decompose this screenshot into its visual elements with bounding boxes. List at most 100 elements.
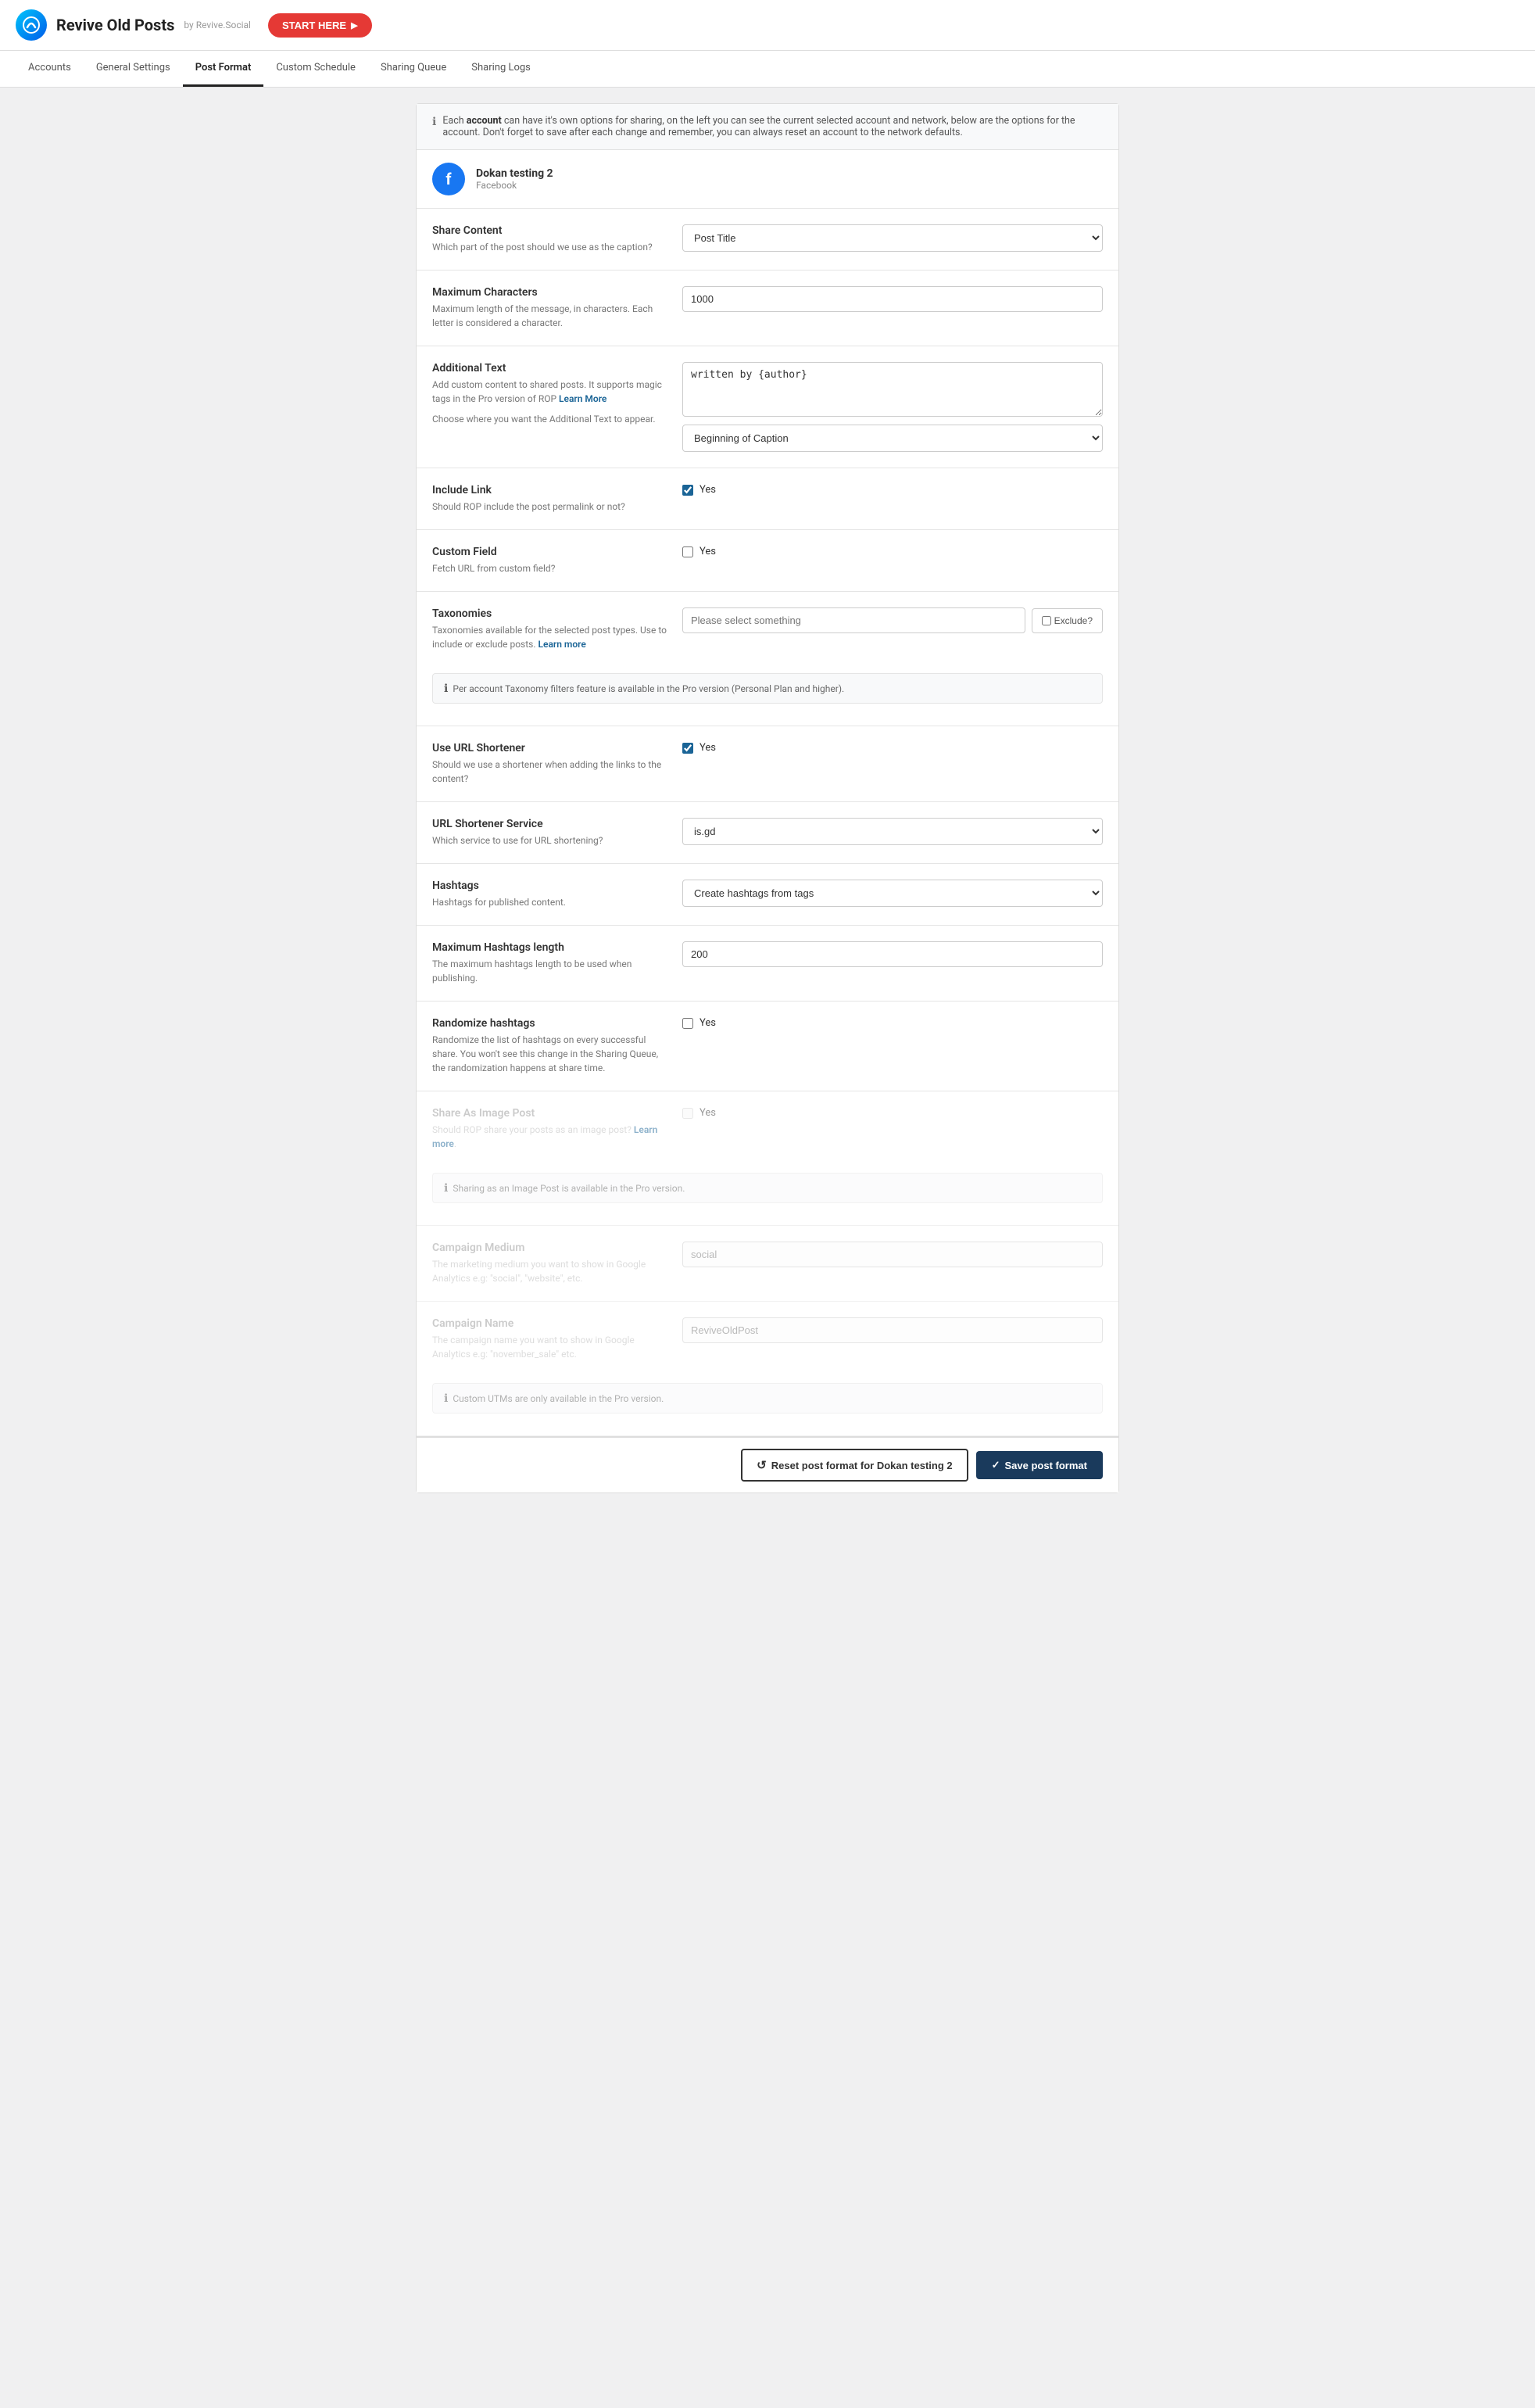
include-link-checkbox-row: Yes [682,484,1103,496]
save-button[interactable]: Save post format [976,1451,1103,1479]
url-shortener-checkbox[interactable] [682,743,693,754]
taxonomies-pro-notice: ℹ Per account Taxonomy filters feature i… [432,673,1103,704]
reset-button[interactable]: Reset post format for Dokan testing 2 [741,1449,968,1482]
exclude-checkbox[interactable] [1042,616,1051,625]
max-characters-control [682,286,1103,330]
section-share-as-image: Share As Image Post Should ROP share you… [417,1091,1118,1226]
info-banner: ℹ Each account can have it's own options… [417,104,1118,150]
taxonomies-title: Taxonomies [432,607,667,620]
additional-text-title: Additional Text [432,362,667,374]
url-shortener-label: Yes [700,742,716,754]
main-content: ℹ Each account can have it's own options… [416,103,1119,1493]
share-as-image-pro-notice: ℹ Sharing as an Image Post is available … [432,1173,1103,1203]
max-hashtags-input[interactable] [682,941,1103,967]
url-shortener-service-desc: Which service to use for URL shortening? [432,833,667,847]
section-label-share-as-image: Share As Image Post Should ROP share you… [432,1107,667,1151]
utm-pro-text: Custom UTMs are only available in the Pr… [453,1393,664,1404]
exclude-button[interactable]: Exclude? [1032,608,1103,633]
section-additional-text: Additional Text Add custom content to sh… [417,346,1118,468]
additional-text-position-select[interactable]: Beginning of Caption End of Caption [682,425,1103,452]
campaign-name-title: Campaign Name [432,1317,667,1330]
section-label-additional-text: Additional Text Add custom content to sh… [432,362,667,452]
section-label-url-shortener-service: URL Shortener Service Which service to u… [432,818,667,847]
footer-bar: Reset post format for Dokan testing 2 Sa… [417,1436,1118,1492]
info-icon-taxonomies: ℹ [444,683,448,695]
tab-general-settings[interactable]: General Settings [84,51,183,87]
url-shortener-service-control: is.gd bit.ly ow.ly [682,818,1103,847]
tab-post-format[interactable]: Post Format [183,51,264,87]
max-hashtags-title: Maximum Hashtags length [432,941,667,954]
taxonomy-input[interactable] [682,607,1025,633]
campaign-medium-input[interactable] [682,1242,1103,1267]
info-icon: ℹ [432,116,436,128]
section-label-randomize-hashtags: Randomize hashtags Randomize the list of… [432,1017,667,1075]
share-as-image-desc: Should ROP share your posts as an image … [432,1123,667,1151]
share-content-select[interactable]: Post Title Post Content Post Excerpt [682,224,1103,252]
custom-field-checkbox[interactable] [682,546,693,557]
reset-label: Reset post format for Dokan testing 2 [771,1460,953,1471]
nav-tabs: Accounts General Settings Post Format Cu… [0,51,1535,88]
share-content-control: Post Title Post Content Post Excerpt [682,224,1103,254]
exclude-label: Exclude? [1054,615,1093,626]
hashtags-title: Hashtags [432,880,667,892]
app-subtitle: by Revive.Social [184,20,251,30]
additional-text-textarea[interactable]: written by {author} [682,362,1103,417]
section-max-characters: Maximum Characters Maximum length of the… [417,271,1118,346]
custom-field-checkbox-row: Yes [682,546,1103,557]
url-shortener-title: Use URL Shortener [432,742,667,754]
share-as-image-row: Share As Image Post Should ROP share you… [432,1107,1103,1151]
share-as-image-checkbox-row: Yes [682,1107,1103,1119]
campaign-name-desc: The campaign name you want to show in Go… [432,1333,667,1361]
section-label-include-link: Include Link Should ROP include the post… [432,484,667,514]
learn-more-link-additional[interactable]: Learn More [559,393,606,404]
campaign-name-input[interactable] [682,1317,1103,1343]
include-link-checkbox[interactable] [682,485,693,496]
share-as-image-control: Yes [682,1107,1103,1151]
section-label-campaign-medium: Campaign Medium The marketing medium you… [432,1242,667,1285]
taxonomies-pro-text: Per account Taxonomy filters feature is … [453,683,844,694]
account-network: Facebook [476,180,553,191]
custom-field-label: Yes [700,546,716,557]
section-taxonomies: Taxonomies Taxonomies available for the … [417,592,1118,726]
additional-text-control: written by {author} Beginning of Caption… [682,362,1103,452]
taxonomies-row: Taxonomies Taxonomies available for the … [432,607,1103,651]
share-as-image-title: Share As Image Post [432,1107,667,1120]
max-characters-desc: Maximum length of the message, in charac… [432,302,667,330]
campaign-medium-control [682,1242,1103,1285]
section-label-share-content: Share Content Which part of the post sho… [432,224,667,254]
learn-more-link-image[interactable]: Learn more [432,1124,657,1149]
url-shortener-service-select[interactable]: is.gd bit.ly ow.ly [682,818,1103,845]
section-max-hashtags: Maximum Hashtags length The maximum hash… [417,926,1118,1002]
hashtags-desc: Hashtags for published content. [432,895,667,909]
randomize-hashtags-checkbox[interactable] [682,1018,693,1029]
section-campaign-name: Campaign Name The campaign name you want… [417,1302,1118,1436]
randomize-hashtags-desc: Randomize the list of hashtags on every … [432,1033,667,1075]
max-characters-input[interactable] [682,286,1103,312]
reset-account: Dokan testing 2 [877,1460,953,1471]
custom-field-control: Yes [682,546,1103,575]
share-as-image-checkbox[interactable] [682,1108,693,1119]
account-info: Dokan testing 2 Facebook [476,167,553,191]
include-link-desc: Should ROP include the post permalink or… [432,500,667,514]
taxonomy-row: Exclude? [682,607,1103,633]
max-hashtags-control [682,941,1103,985]
hashtags-select[interactable]: Create hashtags from tags No hashtags Co… [682,880,1103,907]
avatar: f [432,163,465,195]
custom-field-desc: Fetch URL from custom field? [432,561,667,575]
include-link-title: Include Link [432,484,667,496]
save-label: Save post format [1005,1460,1087,1471]
app-logo [16,9,47,41]
max-characters-title: Maximum Characters [432,286,667,299]
start-here-button[interactable]: START HERE [268,13,372,38]
url-shortener-checkbox-row: Yes [682,742,1103,754]
share-content-desc: Which part of the post should we use as … [432,240,667,254]
tab-sharing-logs[interactable]: Sharing Logs [459,51,543,87]
learn-more-link-taxonomies[interactable]: Learn more [539,639,586,650]
section-url-shortener: Use URL Shortener Should we use a shorte… [417,726,1118,802]
tab-accounts[interactable]: Accounts [16,51,84,87]
campaign-medium-desc: The marketing medium you want to show in… [432,1257,667,1285]
tab-custom-schedule[interactable]: Custom Schedule [263,51,368,87]
account-row: f Dokan testing 2 Facebook [417,150,1118,209]
tab-sharing-queue[interactable]: Sharing Queue [368,51,459,87]
section-label-max-hashtags: Maximum Hashtags length The maximum hash… [432,941,667,985]
